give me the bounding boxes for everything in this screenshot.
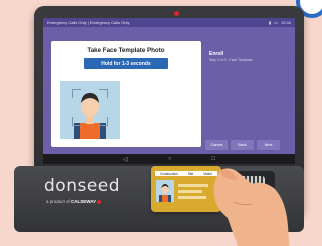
frame-corner-br	[99, 117, 108, 126]
signal-icon: ▮	[269, 20, 272, 25]
company-name: CALSEWAY	[71, 199, 97, 204]
status-time: 12:34	[280, 20, 291, 25]
hand-illustration	[213, 168, 290, 246]
face-template-card: Take Face Template Photo Hold for 1-3 se…	[51, 41, 201, 147]
action-buttons: Cancel Back Next	[205, 140, 280, 150]
id-card: Construction Site Visitor	[151, 166, 221, 212]
brand-logo: donseed	[44, 176, 121, 196]
back-button[interactable]: Back	[231, 140, 254, 150]
nav-recent-icon[interactable]: □	[211, 156, 215, 162]
id-card-line	[178, 196, 206, 199]
brand-tagline: a product of CALSEWAY	[46, 199, 102, 204]
status-text: Emergency Calls Only | Emergency Calls O…	[47, 20, 130, 25]
face-preview	[60, 81, 120, 139]
frame-corner-tl	[72, 89, 81, 98]
id-card-field-visitor: Visitor	[203, 171, 213, 176]
frame-corner-tr	[99, 89, 108, 98]
status-bar: Emergency Calls Only | Emergency Calls O…	[43, 18, 295, 27]
nav-back-icon[interactable]: ◁	[123, 156, 128, 163]
battery-icon: ▭	[274, 20, 278, 25]
frame-corner-bl	[72, 117, 81, 126]
person-avatar-icon	[74, 93, 106, 139]
android-nav-bar: ◁ ○ □	[43, 154, 295, 164]
id-card-header: Construction Site Visitor	[155, 171, 217, 176]
next-button[interactable]: Next	[257, 140, 280, 150]
id-card-field-construction: Construction	[159, 171, 178, 176]
side-panel: Enroll Step 3 of 5 : Face Template	[209, 51, 293, 62]
id-person-icon	[159, 184, 171, 202]
hold-button[interactable]: Hold for 1-3 seconds	[84, 58, 168, 69]
id-card-photo	[156, 180, 174, 202]
terminal-screen: Emergency Calls Only | Emergency Calls O…	[43, 18, 295, 154]
side-subtitle: Step 3 of 5 : Face Template	[209, 58, 253, 62]
side-title: Enroll	[209, 51, 224, 57]
id-card-line	[178, 184, 208, 187]
nav-home-icon[interactable]: ○	[168, 156, 172, 162]
company-dot-icon	[97, 199, 102, 204]
camera-indicator	[174, 11, 179, 16]
cancel-button[interactable]: Cancel	[205, 140, 228, 150]
card-title: Take Face Template Photo	[87, 47, 165, 54]
id-card-line	[178, 190, 202, 193]
tagline-prefix: a product of	[46, 199, 70, 204]
id-card-field-site: Site	[187, 171, 194, 176]
